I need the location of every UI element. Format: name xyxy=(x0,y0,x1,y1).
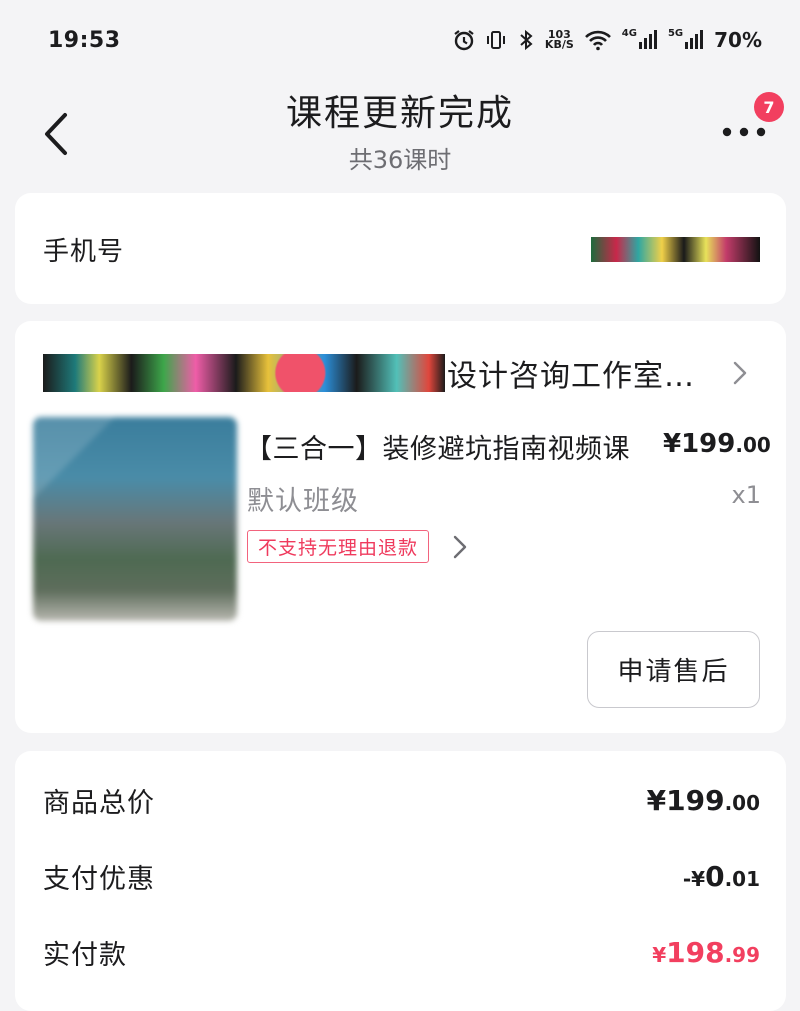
shop-link[interactable]: 设计咨询工作室… xyxy=(43,353,695,394)
paid-currency: ¥ xyxy=(652,943,667,967)
course-thumbnail[interactable] xyxy=(33,417,237,621)
signal-4g-label: 4G xyxy=(621,28,637,39)
bluetooth-icon xyxy=(517,29,535,51)
summary-discount-row: 支付优惠 -¥0.01 xyxy=(43,857,760,896)
paid-int: 198 xyxy=(666,936,725,969)
total-label: 商品总价 xyxy=(43,788,155,819)
more-icon xyxy=(722,127,766,137)
wifi-icon xyxy=(584,29,612,51)
paid-dec: .99 xyxy=(724,943,760,967)
shop-name-redacted xyxy=(43,354,445,392)
discount-value: -¥0.01 xyxy=(683,860,760,893)
summary-total-row: 商品总价 ¥199.00 xyxy=(43,781,760,820)
signal-icon xyxy=(638,30,657,49)
signal-5g: 5G xyxy=(667,28,704,50)
total-dec: .00 xyxy=(724,791,760,815)
paid-value: ¥198.99 xyxy=(652,936,760,969)
shop-name: 设计咨询工作室… xyxy=(447,359,695,394)
price-summary-card: 商品总价 ¥199.00 支付优惠 -¥0.01 实付款 ¥198.99 xyxy=(15,751,786,1011)
chevron-right-icon[interactable] xyxy=(733,359,753,387)
discount-currency: -¥ xyxy=(682,867,706,891)
vibrate-icon xyxy=(485,29,507,51)
phone-label: 手机号 xyxy=(43,237,125,267)
course-title[interactable]: 【三合一】装修避坑指南视频课 xyxy=(245,427,630,466)
course-price: ¥199.00 xyxy=(663,429,771,459)
course-price-dec: .00 xyxy=(735,433,771,457)
network-speed: 103 KB/S xyxy=(544,29,574,51)
order-card: 设计咨询工作室… 【三合一】装修避坑指南视频课 ¥199.00 默认班级 x1 … xyxy=(15,321,786,733)
phone-value-redacted xyxy=(591,237,760,262)
alarm-icon xyxy=(453,29,475,51)
discount-label: 支付优惠 xyxy=(43,864,155,895)
chevron-right-icon[interactable] xyxy=(453,534,469,560)
contact-card: 手机号 xyxy=(15,193,786,304)
summary-paid-row: 实付款 ¥198.99 xyxy=(43,933,760,972)
after-sale-button[interactable]: 申请售后 xyxy=(587,631,760,708)
signal-5g-label: 5G xyxy=(667,28,684,39)
status-bar: 19:53 103 KB/S 4G 5G 70% xyxy=(0,0,800,80)
net-speed-unit: KB/S xyxy=(544,38,574,51)
signal-4g: 4G xyxy=(621,28,658,50)
status-time: 19:53 xyxy=(48,27,121,53)
page-subtitle: 共36课时 xyxy=(348,146,452,174)
total-value: ¥199.00 xyxy=(647,784,760,817)
course-class: 默认班级 xyxy=(247,486,359,517)
course-quantity: x1 xyxy=(731,481,761,509)
page-header: 课程更新完成 共36课时 7 xyxy=(0,80,800,190)
discount-int: 0 xyxy=(705,860,725,893)
discount-dec: .01 xyxy=(724,867,760,891)
total-int: ¥199 xyxy=(646,784,725,817)
paid-label: 实付款 xyxy=(43,940,127,971)
status-icons: 103 KB/S 4G 5G 70% xyxy=(453,28,762,52)
signal-icon xyxy=(685,30,704,49)
page-title: 课程更新完成 xyxy=(285,93,514,134)
notification-badge: 7 xyxy=(754,92,784,122)
battery-percent: 70% xyxy=(714,28,762,52)
refund-policy-tag[interactable]: 不支持无理由退款 xyxy=(247,530,430,563)
course-price-int: ¥199 xyxy=(663,429,736,459)
